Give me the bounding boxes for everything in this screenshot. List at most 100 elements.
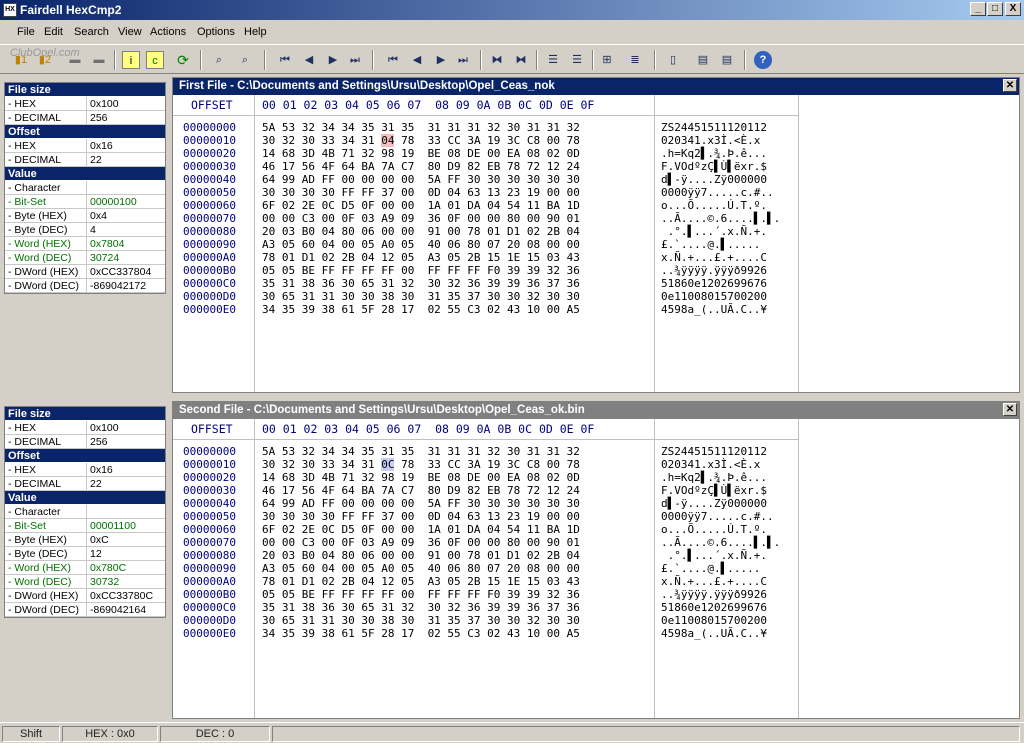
align-down-icon[interactable]: ☰ xyxy=(568,51,586,69)
refresh-icon[interactable]: ⟳ xyxy=(174,51,192,69)
title-bar: HX Fairdell HexCmp2 _ □ X xyxy=(0,0,1024,20)
info-row: - Bit-Set 00000100 xyxy=(5,195,165,209)
minimize-button[interactable]: _ xyxy=(970,2,986,16)
first-block-icon[interactable]: ⏮ xyxy=(384,51,402,69)
info-value xyxy=(87,181,165,194)
ascii-column[interactable]: ZS24451511120112 020341.x3Ì.<È.x .h=Kq2▌.¾… xyxy=(655,95,799,392)
align-up-icon[interactable]: ☰ xyxy=(544,51,562,69)
data-line: 78 01 D1 02 2B 04 12 05 A3 05 2B 15 1E 1… xyxy=(262,251,580,264)
menu-search[interactable]: Search xyxy=(74,26,109,38)
hex-list[interactable]: 5A 53 32 34 34 35 31 35 31 31 31 32 30 3… xyxy=(262,121,580,316)
info-label: - DECIMAL xyxy=(5,435,87,448)
data-line-diff: 30 32 30 33 34 31 04 78 33 CC 3A 19 3C C… xyxy=(262,134,580,147)
hex-header: 00 01 02 03 04 05 06 07 08 09 0A 0B 0C 0… xyxy=(262,98,595,112)
sync-right-icon[interactable]: ⧓ xyxy=(512,51,530,69)
info-panel-second: File size - HEX 0x100- DECIMAL 256 Offset - H… xyxy=(4,406,166,618)
data-line: 000000C0 xyxy=(183,601,236,614)
info-section-header: Offset xyxy=(5,449,165,463)
hex-header: 00 01 02 03 04 05 06 07 08 09 0A 0B 0C 0… xyxy=(262,422,595,436)
menu-actions[interactable]: Actions xyxy=(150,26,186,38)
info-row: - Byte (DEC) 4 xyxy=(5,223,165,237)
report-icon[interactable]: ▤ xyxy=(694,51,712,69)
find-icon[interactable]: ⌕ xyxy=(210,51,228,69)
close-button[interactable]: X xyxy=(1005,2,1021,16)
data-line: o...Õ.....Ú.T.º. xyxy=(661,199,767,212)
data-line: 64 99 AD FF 00 00 00 00 5A FF 30 30 30 3… xyxy=(262,497,580,510)
data-line: 78 01 D1 02 2B 04 12 05 A3 05 2B 15 1E 1… xyxy=(262,575,580,588)
data-line-diff: 30 32 30 33 34 31 0C 78 33 CC 3A 19 3C C… xyxy=(262,458,580,471)
data-line: 4598a_(..UÃ.C..¥ xyxy=(661,303,767,316)
hex-column[interactable]: 00 01 02 03 04 05 06 07 08 09 0A 0B 0C 0… xyxy=(255,95,655,392)
column-icon[interactable]: ⊞ xyxy=(598,51,616,69)
data-line: 00000070 xyxy=(183,212,236,225)
info-value: 0xC xyxy=(90,534,109,546)
info-value: 0x16 xyxy=(90,464,113,476)
info-row: - HEX 0x100 xyxy=(5,421,165,435)
data-line: ..¾ÿÿÿÿ.ÿÿÿð9926 xyxy=(661,264,767,277)
prev-diff-icon[interactable]: ◀ xyxy=(300,51,318,69)
lines-icon[interactable]: ≣ xyxy=(626,51,644,69)
ascii-list[interactable]: ZS24451511120112 020341.x3Ì.<È.x .h=Kq2▌.¾… xyxy=(661,121,780,316)
ascii-column[interactable]: ZS24451511120112 020341.x3Ì.<È.x .h=Kq2▌.¾… xyxy=(655,419,799,718)
offset-column: OFFSET 00000000 00000010 00000020 00000030 0… xyxy=(173,95,255,392)
data-line: 00000020 xyxy=(183,471,236,484)
data-line: x.Ñ.+...£.+....C xyxy=(661,251,767,264)
data-line: 00000040 xyxy=(183,497,236,510)
find-next-icon[interactable]: ⌕ xyxy=(236,51,254,69)
new-doc-icon[interactable]: ▯ xyxy=(664,51,682,69)
offset-header: OFFSET xyxy=(191,98,233,112)
offset-column: OFFSET 00000000 00000010 00000020 00000030 0… xyxy=(173,419,255,718)
data-line: A3 05 60 04 00 05 A0 05 40 06 80 07 20 0… xyxy=(262,562,580,575)
first-diff-icon[interactable]: ⏮ xyxy=(276,51,294,69)
info-icon[interactable]: i xyxy=(122,51,140,69)
info-row: - DWord (HEX) 0xCC337804 xyxy=(5,265,165,279)
hex-list[interactable]: 5A 53 32 34 34 35 31 35 31 31 31 32 30 3… xyxy=(262,445,580,640)
menu-view[interactable]: View xyxy=(118,26,142,38)
info-value xyxy=(87,505,165,518)
data-line: x.Ñ.+...£.+....C xyxy=(661,575,767,588)
info-label: Offset xyxy=(8,126,40,138)
last-block-icon[interactable]: ⏭ xyxy=(454,51,472,69)
info-label: - HEX xyxy=(5,97,87,110)
ascii-list[interactable]: ZS24451511120112 020341.x3Ì.<È.x .h=Kq2▌.¾… xyxy=(661,445,780,640)
help-icon[interactable]: ? xyxy=(754,51,772,69)
data-line: 00000010 xyxy=(183,134,236,147)
hex-column[interactable]: 00 01 02 03 04 05 06 07 08 09 0A 0B 0C 0… xyxy=(255,419,655,718)
data-line: 6F 02 2E 0C D5 0F 00 00 1A 01 DA 04 54 1… xyxy=(262,523,580,536)
data-line: 00000080 xyxy=(183,225,236,238)
menu-options[interactable]: Options xyxy=(197,26,235,38)
data-line: 35 31 38 36 30 65 31 32 30 32 36 39 39 3… xyxy=(262,277,580,290)
info-row: - Word (HEX) 0x780C xyxy=(5,561,165,575)
info-row: - HEX 0x16 xyxy=(5,463,165,477)
data-line: 000000B0 xyxy=(183,264,236,277)
next-block-icon[interactable]: ▶ xyxy=(432,51,450,69)
last-diff-icon[interactable]: ⏭ xyxy=(346,51,364,69)
close-second-panel-icon[interactable]: ✕ xyxy=(1003,403,1017,416)
info-label: - Byte (DEC) xyxy=(5,223,87,236)
compare-icon[interactable]: c xyxy=(146,51,164,69)
prev-block-icon[interactable]: ◀ xyxy=(408,51,426,69)
info-section-header: File size xyxy=(5,83,165,97)
maximize-button[interactable]: □ xyxy=(987,2,1003,16)
info-value: 00001100 xyxy=(90,520,136,532)
info-section-header: Offset xyxy=(5,125,165,139)
info-value: 256 xyxy=(90,112,108,124)
first-file-title: First File - C:\Documents and Settings\U… xyxy=(179,80,555,92)
data-line: 20 03 B0 04 80 06 00 00 91 00 78 01 D1 0… xyxy=(262,225,580,238)
next-diff-icon[interactable]: ▶ xyxy=(324,51,342,69)
print-icon[interactable]: ▬ xyxy=(90,51,108,69)
menu-help[interactable]: Help xyxy=(244,26,267,38)
close-first-panel-icon[interactable]: ✕ xyxy=(1003,79,1017,92)
sync-left-icon[interactable]: ⧓ xyxy=(488,51,506,69)
first-file-panel[interactable]: First File - C:\Documents and Settings\U… xyxy=(172,77,1020,393)
menu-file[interactable]: File xyxy=(17,26,35,38)
data-line: o...Õ.....Ú.T.º. xyxy=(661,523,767,536)
second-file-panel[interactable]: Second File - C:\Documents and Settings\… xyxy=(172,401,1020,719)
info-row: - Word (DEC) 30732 xyxy=(5,575,165,589)
export-icon[interactable]: ▤ xyxy=(718,51,736,69)
menu-edit[interactable]: Edit xyxy=(44,26,63,38)
info-row: - DWord (DEC) -869042164 xyxy=(5,603,165,617)
info-value: 4 xyxy=(90,224,96,236)
data-line: ..¾ÿÿÿÿ.ÿÿÿð9926 xyxy=(661,588,767,601)
info-row: - Character xyxy=(5,505,165,519)
